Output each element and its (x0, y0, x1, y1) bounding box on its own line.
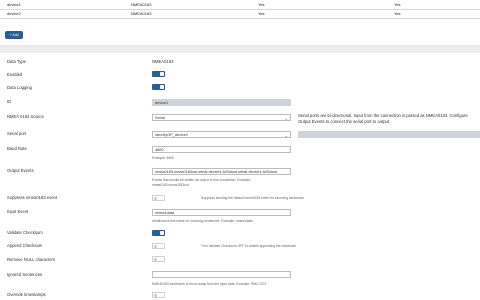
add-button-label: Add (12, 33, 19, 37)
section-header-band (0, 45, 480, 53)
row-logging: Yes (394, 2, 401, 7)
id-label: ID (7, 99, 12, 104)
input-event-input[interactable]: nmea1data (152, 209, 291, 216)
append-checksum-help: Turn Validate Checksum OFF to enable app… (201, 244, 297, 248)
append-checksum-toggle[interactable] (152, 243, 165, 249)
suppress-help: Suppress sending the default nmea0183 ev… (201, 196, 305, 200)
source-value: Serial (155, 116, 165, 120)
row-enabled: Yes (258, 11, 265, 16)
row-name: device1 (7, 2, 21, 7)
output-events-help-example: nmea0183,nmea0183out (152, 183, 189, 187)
row-enabled: Yes (258, 2, 265, 7)
ignored-sentences-label: Ignored Sentences (7, 272, 43, 277)
add-button[interactable]: + Add (5, 31, 23, 39)
validate-checksum-label: Validate Checksum (7, 230, 43, 235)
serial-port-value: /dev/ttyOP_device1 (155, 133, 188, 137)
append-checksum-label: Append Checksum (7, 243, 43, 248)
source-label: NMEA 0183 Source (7, 114, 44, 119)
output-events-label: Output Events (7, 168, 34, 173)
serial-port-label: Serial port (7, 131, 27, 136)
row-name: device2 (7, 11, 21, 16)
suppress-toggle[interactable] (152, 195, 165, 201)
table-row[interactable]: device2 NMEA0183 Yes Yes (0, 9, 480, 19)
output-events-input[interactable]: nmea0183,nmea0183out,serial-device1-toSt… (152, 168, 291, 175)
chevron-down-icon: ⌄ (284, 133, 288, 138)
suppress-label: Suppress nmea0183 event (7, 195, 58, 200)
baud-rate-help: Example: 4800 (152, 156, 174, 160)
enabled-label: Enabled (7, 72, 23, 77)
data-logging-label: Data Logging (7, 85, 32, 90)
baud-rate-label: Baud Rate (7, 146, 27, 151)
row-type: NMEA0183 (131, 11, 152, 16)
validate-checksum-toggle[interactable] (152, 230, 165, 236)
ignored-sentences-help: NMEA0183 sentences to throw away from th… (152, 282, 267, 286)
data-type-label: Data Type (7, 59, 27, 64)
row-type: NMEA0183 (131, 2, 152, 7)
row-logging: Yes (394, 11, 401, 16)
source-extra-field[interactable] (298, 131, 480, 138)
source-select[interactable]: Serial ⌄ (152, 114, 291, 121)
override-timestamps-label: Override timestamps (7, 292, 46, 297)
remove-null-label: Remove NULL characters (7, 257, 56, 262)
plus-icon: + (9, 33, 12, 37)
input-event-help: Additional event name for incoming sente… (152, 219, 253, 223)
ignored-sentences-input[interactable] (152, 271, 291, 278)
enabled-toggle[interactable] (152, 71, 165, 77)
baud-rate-input[interactable]: 4800 (152, 146, 291, 153)
input-event-label: Input Event (7, 209, 29, 214)
id-field[interactable]: device1 (152, 99, 291, 106)
chevron-down-icon: ⌄ (284, 116, 288, 121)
remove-null-toggle[interactable] (152, 256, 165, 262)
serial-port-select[interactable]: /dev/ttyOP_device1 ⌄ (152, 131, 291, 138)
output-events-help: Events that should be written as output … (152, 178, 251, 182)
override-timestamps-toggle[interactable] (152, 292, 165, 298)
data-logging-toggle[interactable] (152, 84, 165, 90)
source-note: Serial ports are bi-directional. Input f… (298, 113, 468, 124)
data-type-value: NMEA0183 (152, 59, 174, 64)
